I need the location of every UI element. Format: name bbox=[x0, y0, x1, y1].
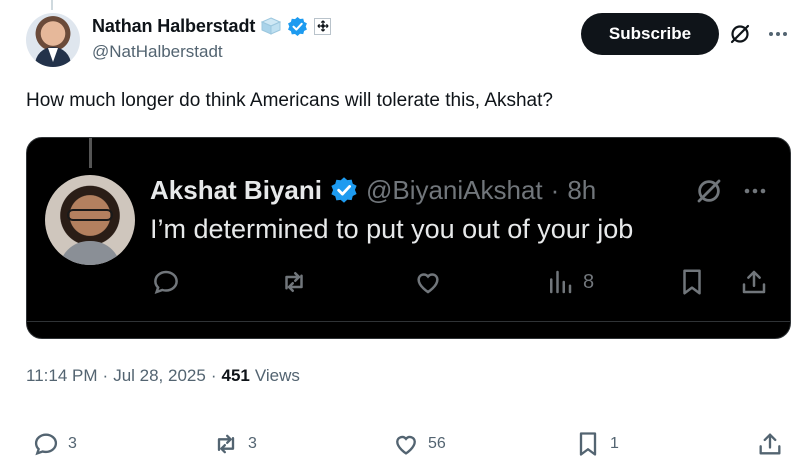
quoted-action-bar: 8 bbox=[27, 264, 790, 300]
reply-count: 3 bbox=[68, 435, 77, 452]
share-icon bbox=[742, 270, 766, 294]
quoted-tweet-text: I’m determined to put you out of your jo… bbox=[150, 214, 634, 244]
quoted-name-row: Akshat Biyani @BiyaniAkshat · 8h bbox=[150, 173, 596, 207]
quoted-timestamp: 8h bbox=[567, 174, 597, 205]
repost-button[interactable]: 3 bbox=[212, 426, 257, 462]
bookmark-icon bbox=[683, 269, 701, 295]
quoted-display-name: Akshat Biyani bbox=[150, 174, 322, 205]
like-icon bbox=[396, 435, 416, 455]
author-avatar[interactable] bbox=[26, 13, 80, 67]
tweet-action-bar: 3 3 56 1 bbox=[26, 426, 796, 462]
separator-dot: · bbox=[550, 174, 560, 205]
quoted-share bbox=[739, 264, 769, 300]
bookmark-icon bbox=[579, 432, 597, 456]
repost-count: 3 bbox=[248, 435, 257, 452]
ice-cube-icon bbox=[261, 17, 282, 35]
grok-icon bbox=[694, 176, 724, 206]
separator-dot: · bbox=[102, 366, 109, 385]
grok-icon[interactable] bbox=[728, 22, 752, 46]
quoted-divider bbox=[27, 321, 790, 322]
quoted-views: 8 bbox=[545, 264, 594, 300]
quoted-repost bbox=[279, 264, 309, 300]
separator-dot: · bbox=[210, 366, 217, 385]
like-count: 56 bbox=[428, 435, 446, 452]
views-icon bbox=[550, 270, 572, 294]
quoted-author-avatar bbox=[45, 175, 135, 265]
author-display-name[interactable]: Nathan Halberstadt bbox=[92, 16, 255, 37]
repost-icon bbox=[285, 272, 303, 292]
quoted-tweet-screenshot[interactable]: Akshat Biyani @BiyaniAkshat · 8h I’m det… bbox=[26, 137, 791, 339]
reply-button[interactable]: 3 bbox=[32, 426, 77, 462]
tweet-text: How much longer do think Americans will … bbox=[26, 90, 553, 111]
reply-icon bbox=[154, 270, 178, 295]
tweet-header: Nathan Halberstadt @NatHalberstadt Subsc… bbox=[26, 12, 796, 68]
tweet-date[interactable]: Jul 28, 2025 bbox=[113, 366, 206, 386]
more-icon bbox=[740, 178, 770, 204]
thread-connector bbox=[51, 0, 53, 10]
verified-icon[interactable] bbox=[287, 16, 308, 37]
quoted-like bbox=[413, 264, 443, 300]
repost-icon bbox=[217, 434, 235, 454]
author-name-row: Nathan Halberstadt bbox=[92, 15, 332, 37]
author-handle[interactable]: @NatHalberstadt bbox=[92, 42, 223, 62]
quoted-views-count: 8 bbox=[583, 270, 595, 293]
bookmark-button[interactable]: 1 bbox=[574, 426, 619, 462]
tweet-time[interactable]: 11:14 PM bbox=[26, 366, 98, 386]
avatar-shirt bbox=[59, 241, 121, 265]
tweet-meta: 11:14 PM · Jul 28, 2025 · 451 Views bbox=[26, 366, 300, 386]
avatar-glasses bbox=[67, 209, 113, 221]
like-button[interactable]: 56 bbox=[392, 426, 446, 462]
share-button[interactable] bbox=[756, 426, 784, 462]
like-icon bbox=[417, 273, 439, 294]
quoted-handle: @BiyaniAkshat bbox=[365, 174, 543, 205]
views-label: Views bbox=[254, 366, 300, 385]
bookmark-count: 1 bbox=[610, 435, 619, 452]
more-icon[interactable] bbox=[766, 22, 790, 46]
share-icon bbox=[759, 433, 781, 455]
reply-icon bbox=[34, 433, 58, 456]
quoted-reply bbox=[151, 264, 181, 300]
affiliation-badge-icon[interactable] bbox=[314, 17, 332, 35]
views-count: 451 bbox=[221, 366, 250, 385]
subscribe-button[interactable]: Subscribe bbox=[581, 13, 719, 55]
quoted-thread-connector bbox=[89, 138, 92, 168]
verified-icon bbox=[330, 176, 358, 204]
quoted-bookmark bbox=[677, 264, 707, 300]
